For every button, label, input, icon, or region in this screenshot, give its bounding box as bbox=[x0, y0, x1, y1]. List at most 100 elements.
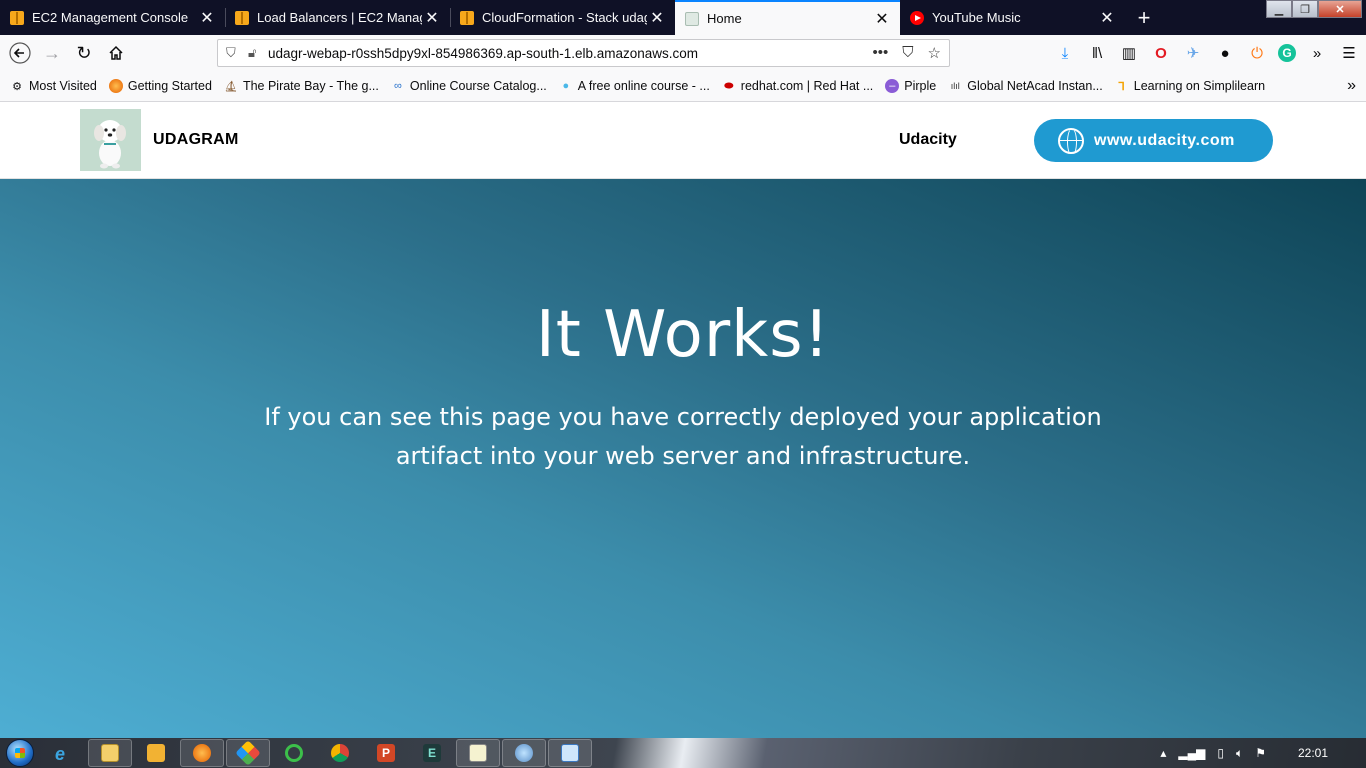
back-arrow-icon bbox=[9, 42, 31, 64]
system-clock[interactable]: 22:01 bbox=[1298, 746, 1328, 760]
navigation-toolbar: → ↻ ⛉ 🔓︎ udagr-webap-r0ssh5dpy9xl-854986… bbox=[0, 35, 1366, 71]
minimize-button[interactable]: ▁ bbox=[1266, 0, 1292, 18]
taskbar-powerpoint[interactable]: P bbox=[364, 739, 408, 767]
opera-vpn-extension-icon[interactable]: O bbox=[1150, 42, 1172, 64]
sidebar-icon[interactable]: ▥ bbox=[1118, 42, 1140, 64]
start-button[interactable] bbox=[0, 738, 40, 768]
hero-description: If you can see this page you have correc… bbox=[264, 403, 1102, 470]
power-icon[interactable]: ▯ bbox=[1217, 746, 1224, 760]
show-hidden-icons-chevron-icon[interactable]: ▴ bbox=[1160, 746, 1166, 760]
taskbar-window-app[interactable] bbox=[548, 739, 592, 767]
tab-load-balancers[interactable]: Load Balancers | EC2 Managem ✕ bbox=[225, 0, 450, 35]
taskbar-paint-app[interactable] bbox=[226, 739, 270, 767]
maximize-button[interactable]: ❐ bbox=[1292, 0, 1318, 18]
url-text[interactable]: udagr-webap-r0ssh5dpy9xl-854986369.ap-so… bbox=[268, 46, 873, 61]
bookmark-netacad[interactable]: ılıl Global NetAcad Instan... bbox=[948, 79, 1103, 93]
page-actions-icon[interactable]: ••• bbox=[873, 44, 889, 62]
simplilearn-icon: Ꞁ bbox=[1118, 80, 1125, 93]
bookmark-star-icon[interactable]: ☆ bbox=[928, 44, 941, 62]
new-tab-button[interactable]: + bbox=[1129, 0, 1159, 35]
tab-title: Home bbox=[707, 11, 742, 26]
firefox-icon bbox=[193, 744, 211, 762]
bookmarks-overflow-chevron-icon[interactable]: » bbox=[1347, 77, 1356, 95]
bookmark-label: Global NetAcad Instan... bbox=[967, 79, 1103, 93]
action-center-flag-icon[interactable]: ⚑ bbox=[1255, 746, 1266, 760]
overflow-chevron-icon[interactable]: » bbox=[1306, 42, 1328, 64]
internet-explorer-icon: e bbox=[55, 744, 66, 764]
extension-orange-icon[interactable]: ⏻ bbox=[1246, 42, 1268, 64]
close-tab-icon[interactable]: ✕ bbox=[197, 8, 217, 28]
download-icon[interactable]: ⤓ bbox=[1054, 42, 1076, 64]
taskbar-editor-app[interactable]: E bbox=[410, 739, 454, 767]
aws-icon bbox=[235, 10, 249, 25]
bookmark-online-course-catalog[interactable]: ∞ Online Course Catalog... bbox=[391, 79, 547, 93]
close-tab-icon[interactable]: ✕ bbox=[1097, 8, 1117, 28]
taskbar-file-explorer[interactable] bbox=[88, 739, 132, 767]
close-tab-icon[interactable]: ✕ bbox=[422, 8, 442, 28]
refresh-circle-icon bbox=[285, 744, 303, 762]
dog-logo-image[interactable] bbox=[80, 109, 141, 171]
taskbar-firefox[interactable] bbox=[180, 739, 224, 767]
close-tab-icon[interactable]: ✕ bbox=[872, 9, 892, 29]
globe-icon bbox=[1058, 127, 1084, 156]
close-window-button[interactable]: ✕ bbox=[1318, 0, 1362, 18]
back-button[interactable] bbox=[4, 37, 36, 69]
powerpoint-icon: P bbox=[377, 744, 395, 762]
hamburger-menu-icon[interactable]: ☰ bbox=[1338, 42, 1360, 64]
taskbar-sync-app[interactable] bbox=[272, 739, 316, 767]
bookmark-label: Pirple bbox=[904, 79, 937, 93]
udacity-nav-link[interactable]: Udacity bbox=[899, 131, 957, 149]
volume-icon[interactable]: 🔈︎ bbox=[1236, 746, 1243, 761]
palette-icon bbox=[235, 740, 261, 766]
tab-youtube-music[interactable]: YouTube Music ✕ bbox=[900, 0, 1125, 35]
grammarly-icon[interactable]: G bbox=[1278, 44, 1296, 62]
toolbar-icons: ⤓ ‖\ ▥ O ✈ ● ⏻ G » ☰ bbox=[1054, 39, 1360, 67]
reload-button[interactable]: ↻ bbox=[68, 37, 100, 69]
tab-home[interactable]: Home ✕ bbox=[675, 0, 900, 35]
bookmark-simplilearn[interactable]: Ꞁ Learning on Simplilearn bbox=[1115, 79, 1265, 93]
bookmark-pirate-bay[interactable]: ⛵︎ The Pirate Bay - The g... bbox=[224, 79, 379, 93]
forward-button[interactable]: → bbox=[36, 37, 68, 69]
udacity-website-button[interactable]: www.udacity.com bbox=[1034, 119, 1273, 162]
tab-ec2-console[interactable]: EC2 Management Console ✕ bbox=[0, 0, 225, 35]
bookmark-most-visited[interactable]: ⚙ Most Visited bbox=[10, 79, 97, 93]
redhat-icon: ⬬ bbox=[724, 79, 734, 92]
chrome-icon bbox=[331, 744, 349, 762]
window-icon bbox=[561, 744, 579, 762]
bookmarks-toolbar: ⚙ Most Visited Getting Started ⛵︎ The Pira… bbox=[0, 71, 1366, 102]
home-button[interactable] bbox=[100, 37, 132, 69]
site-header: UDAGRAM Udacity www.udacity.com bbox=[0, 102, 1366, 179]
taskbar-notepad[interactable] bbox=[456, 739, 500, 767]
tab-title: YouTube Music bbox=[932, 10, 1021, 25]
tab-cloudformation[interactable]: CloudFormation - Stack udagra ✕ bbox=[450, 0, 675, 35]
send-extension-icon[interactable]: ✈ bbox=[1182, 42, 1204, 64]
close-tab-icon[interactable]: ✕ bbox=[647, 8, 667, 28]
taskbar-chrome[interactable] bbox=[318, 739, 362, 767]
bookmark-getting-started[interactable]: Getting Started bbox=[108, 79, 212, 93]
shield-icon[interactable]: ⛉ bbox=[226, 45, 248, 61]
bookmark-free-online-course[interactable]: ● A free online course - ... bbox=[559, 79, 709, 93]
cisco-icon: ılıl bbox=[950, 81, 960, 91]
page-icon bbox=[685, 11, 699, 26]
insecure-lock-icon[interactable]: 🔓︎ bbox=[248, 45, 262, 61]
taskbar-control-panel[interactable] bbox=[502, 739, 546, 767]
pocket-icon[interactable]: ⛉ bbox=[902, 44, 913, 62]
account-icon[interactable]: ● bbox=[1214, 42, 1236, 64]
address-bar[interactable]: ⛉ 🔓︎ udagr-webap-r0ssh5dpy9xl-854986369.… bbox=[217, 39, 950, 67]
bubble-icon: ● bbox=[562, 80, 570, 92]
windows-taskbar: e P E ▴ ▂▄▆ ▯ 🔈︎ ⚑ 22:01 bbox=[0, 738, 1366, 768]
tab-title: EC2 Management Console bbox=[32, 10, 189, 25]
tab-title: CloudFormation - Stack udagra bbox=[482, 10, 647, 25]
taskbar-media-player[interactable] bbox=[134, 739, 178, 767]
hero-section: It Works! If you can see this page you h… bbox=[0, 179, 1366, 738]
bookmark-pirple[interactable]: – Pirple bbox=[885, 79, 936, 93]
dog-logo-icon bbox=[80, 109, 141, 171]
library-icon[interactable]: ‖\ bbox=[1086, 42, 1108, 64]
site-brand[interactable]: UDAGRAM bbox=[153, 131, 239, 149]
network-signal-icon[interactable]: ▂▄▆ bbox=[1178, 746, 1205, 760]
bookmark-redhat[interactable]: ⬬ redhat.com | Red Hat ... bbox=[722, 79, 873, 93]
pirple-icon: – bbox=[885, 79, 900, 93]
taskbar-internet-explorer[interactable]: e bbox=[42, 739, 86, 767]
system-tray: ▴ ▂▄▆ ▯ 🔈︎ ⚑ 22:01 bbox=[1160, 738, 1358, 768]
bookmark-label: Learning on Simplilearn bbox=[1133, 79, 1266, 93]
